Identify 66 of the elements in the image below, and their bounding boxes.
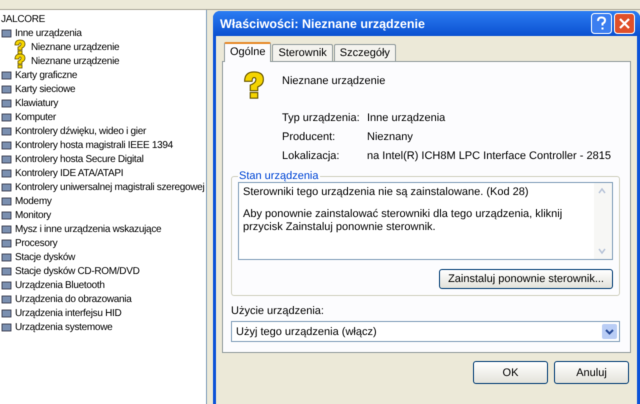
device-icon [1,252,12,262]
close-icon[interactable] [614,13,635,34]
reinstall-driver-button[interactable]: Zainstaluj ponownie sterownik... [439,269,613,289]
tree-item[interactable]: Monitory [15,208,51,222]
device-icon [1,154,12,164]
usage-dropdown[interactable]: Użyj tego urządzenia (włącz) [231,321,620,342]
dialog-button[interactable]: OK [473,361,548,384]
tree-item[interactable]: Nieznane urządzenie [31,54,120,68]
tab[interactable]: Sterownik [272,44,333,61]
device-icon [1,196,12,206]
device-icon [1,238,12,248]
tree-item[interactable]: Kontrolery uniwersalnej magistrali szeregowej [15,180,204,194]
device-icon [1,140,12,150]
tree-item[interactable]: JALCORE [1,12,46,26]
tree-item[interactable]: Inne urządzenia [15,26,82,40]
tree-item[interactable]: Urządzenia Bluetooth [15,278,105,292]
property-label: Lokalizacja: [282,150,340,162]
device-icon [1,28,12,38]
property-label: Producent: [282,131,336,143]
device-icon [1,280,12,290]
device-icon [1,112,12,122]
property-value: Inne urządzenia [367,112,446,124]
device-icon [1,294,12,304]
tree-item[interactable]: Klawiatury [15,96,58,110]
tree-item[interactable]: Kontrolery IDE ATA/ATAPI [15,166,124,180]
tree-item[interactable]: Komputer [15,110,56,124]
tree-item[interactable]: Nieznane urządzenie [31,40,120,54]
device-icon [1,182,12,192]
help-button-icon[interactable] [591,13,612,34]
status-text: Sterowniki tego urządzenia nie są zainstalowane. (Kod 28) [243,186,530,199]
tree-item[interactable]: Karty sieciowe [15,82,76,96]
question-mark-icon [12,53,28,69]
tree-item[interactable]: Urządzenia do obrazowania [15,292,132,306]
property-value: Nieznany [367,131,414,143]
device-icon [1,126,12,136]
device-icon [1,322,12,332]
status-text: Aby ponownie zainstalować sterowniki dla tego urządzenia, kliknij przycisk Zainstaluj ponownie sterownik. [243,208,564,234]
device-icon [1,266,12,276]
device-icon [1,98,12,108]
device-name: Nieznane urządzenie [282,74,386,87]
tree-item[interactable]: Kontrolery hosta magistrali IEEE 1394 [15,138,173,152]
window-title: Właściwości: Nieznane urządzenie [220,16,426,30]
device-icon [1,84,12,94]
group-title: Stan urządzenia [238,170,320,182]
tree-item[interactable]: Stacje dysków CD-ROM/DVD [15,264,140,278]
tree-item[interactable]: Kontrolery dźwięku, wideo i gier [15,124,146,138]
property-label: Typ urządzenia: [282,112,361,124]
device-icon [1,70,12,80]
tree-item[interactable]: Kontrolery hosta Secure Digital [15,152,144,166]
device-icon [1,168,12,178]
tree-item[interactable]: Karty graficzne [15,68,78,82]
device-icon [1,224,12,234]
question-mark-icon [12,39,28,55]
usage-label: Użycie urządzenia: [231,305,325,317]
tree-item[interactable]: Modemy [15,194,52,208]
device-icon [1,308,12,318]
tree-item[interactable]: Mysz i inne urządzenia wskazujące [15,222,162,236]
tree-item[interactable]: Stacje dysków [15,250,76,264]
tree-item[interactable]: Urządzenia interfejsu HID [15,306,122,320]
dialog-button[interactable]: Anuluj [554,361,629,384]
property-value: na Intel(R) ICH8M LPC Interface Controller - 2815 [367,150,612,162]
tab[interactable]: Szczegóły [334,44,396,61]
device-icon [1,210,12,220]
tab[interactable]: Ogólne [224,42,272,62]
tree-item[interactable]: Procesory [15,236,58,250]
tree-item[interactable]: Urządzenia systemowe [15,320,112,334]
